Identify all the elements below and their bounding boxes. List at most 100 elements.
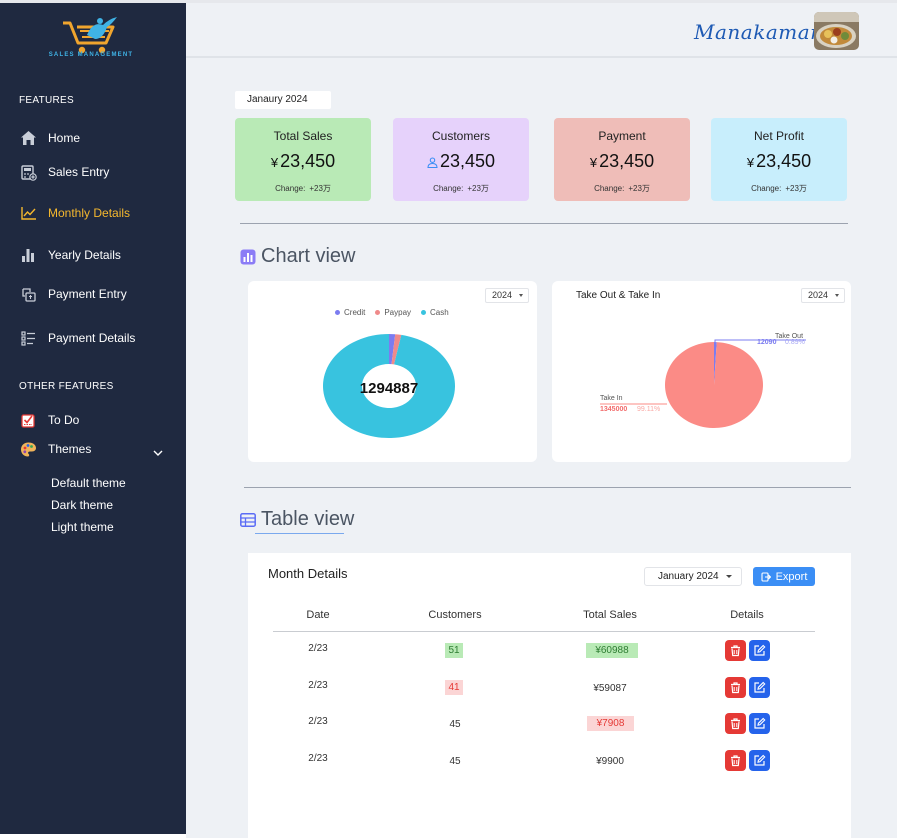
month-select-value: January 2024 [658, 571, 719, 582]
sidebar-item-home[interactable]: Home [19, 127, 80, 149]
stat-change: Change: +23万 [554, 183, 690, 194]
change-value: +23万 [785, 184, 807, 193]
currency-symbol: ¥ [270, 155, 279, 170]
divider [244, 487, 851, 488]
trash-icon [731, 755, 740, 767]
app-root: SALES MANAGEMENT FEATURES Home Sales Ent… [0, 0, 897, 838]
stat-card-customers: Customers 23,450 Change: +23万 [393, 118, 529, 201]
sidebar-item-payment-details[interactable]: Payment Details [19, 327, 135, 349]
change-label: Change: [275, 184, 306, 193]
features-section-label: FEATURES [19, 95, 74, 106]
stat-change: Change: +23万 [711, 183, 847, 194]
sidebar-item-label: Home [48, 131, 81, 145]
pie-chart: Take Out 12090 0.89% Take In 1345000 99.… [600, 333, 806, 428]
sidebar-item-label: Sales Entry [48, 165, 110, 179]
stat-change: Change: +23万 [393, 183, 529, 194]
home-icon [19, 129, 37, 147]
delete-button[interactable] [725, 640, 746, 661]
header-divider [273, 631, 815, 632]
column-header-total-sales: Total Sales [583, 609, 637, 621]
stat-number: 23,450 [756, 151, 812, 171]
delete-button[interactable] [725, 713, 746, 734]
table-view-title: Table view [261, 508, 355, 530]
stat-value: ¥23,450 [235, 151, 371, 172]
stat-title: Net Profit [753, 129, 804, 143]
pie-chart-card: Take Out & Take In 2024 Take Out 12090 0… [552, 281, 851, 462]
chevron-down-icon[interactable] [152, 447, 164, 459]
stat-number: 23,450 [599, 151, 655, 171]
stat-number: 23,450 [439, 151, 496, 171]
stat-value: 23,450 [393, 151, 529, 172]
trash-icon [731, 718, 740, 730]
sidebar-item-yearly-details[interactable]: Yearly Details [19, 244, 121, 266]
trash-icon [731, 645, 740, 657]
change-value: +23万 [467, 184, 489, 193]
takein-percent: 99.11% [637, 406, 660, 413]
currency-symbol: ¥ [589, 155, 598, 170]
sidebar-item-monthly-details[interactable]: Monthly Details [19, 202, 130, 224]
sidebar-item-label: Payment Entry [48, 287, 127, 301]
table-view-heading: Table view [240, 508, 354, 531]
export-button[interactable]: Export [753, 567, 815, 586]
month-details-title: Month Details [268, 566, 348, 581]
cell-customers: 51 [445, 643, 463, 658]
sidebar-item-label: Themes [48, 442, 92, 456]
export-label: Export [775, 570, 808, 583]
donut-chart: 1294887 [323, 334, 456, 438]
trash-icon [731, 682, 740, 694]
stat-card-payment: Payment ¥23,450 Change: +23万 [554, 118, 690, 201]
sidebar-item-label: To Do [48, 413, 80, 427]
cell-date: 2/23 [308, 680, 328, 691]
cell-total-sales: ¥7908 [587, 716, 634, 731]
chart-view-icon [240, 249, 256, 264]
sidebar: SALES MANAGEMENT FEATURES Home Sales Ent… [0, 3, 186, 834]
stat-card-total-sales: Total Sales ¥23,450 Change: +23万 [235, 118, 371, 201]
cell-customers: 41 [445, 680, 463, 695]
main-content: Manakamana Janaury 2024 Total Sales ¥23,… [186, 3, 897, 838]
edit-button[interactable] [749, 640, 770, 661]
stat-number: 23,450 [280, 151, 336, 171]
cell-date: 2/23 [308, 643, 328, 654]
edit-button[interactable] [749, 677, 770, 698]
period-label[interactable]: Janaury 2024 [235, 91, 331, 109]
delete-button[interactable] [725, 677, 746, 698]
column-header-details: Details [730, 609, 764, 621]
stat-title: Total Sales [273, 129, 333, 143]
change-label: Change: [594, 184, 625, 193]
export-icon [761, 571, 771, 582]
calculator-icon [19, 163, 37, 181]
donut-chart-card: 2024 Credit Paypay Cash 1294887 [248, 281, 537, 462]
edit-icon [754, 754, 766, 766]
takein-value: 1345000 [600, 406, 627, 413]
edit-button[interactable] [749, 750, 770, 771]
title-underline [255, 533, 344, 534]
delete-button[interactable] [725, 750, 746, 771]
theme-light[interactable]: Light theme [51, 520, 114, 534]
pie-slice-take-in[interactable] [664, 342, 763, 428]
bar-chart-icon [19, 246, 37, 264]
chart-view-heading: Chart view [240, 245, 355, 268]
logo-text: SALES MANAGEMENT [48, 52, 134, 58]
stat-title: Payment [598, 129, 646, 143]
table-view-icon [240, 512, 256, 527]
change-value: +23万 [628, 184, 650, 193]
sidebar-item-themes[interactable]: Themes [19, 438, 91, 460]
palette-icon [19, 440, 37, 458]
sidebar-item-sales-entry[interactable]: Sales Entry [19, 161, 109, 183]
sidebar-item-payment-entry[interactable]: Payment Entry [19, 283, 127, 305]
avatar[interactable] [814, 12, 859, 50]
edit-button[interactable] [749, 713, 770, 734]
month-select[interactable]: January 2024 [644, 567, 742, 586]
cell-total-sales: ¥59087 [593, 683, 627, 694]
takeout-percent: 0.89% [785, 339, 805, 346]
sidebar-item-todo[interactable]: To Do [19, 409, 79, 431]
sidebar-item-label: Payment Details [48, 331, 136, 345]
sidebar-item-label: Yearly Details [48, 248, 121, 262]
theme-default[interactable]: Default theme [51, 476, 126, 490]
change-value: +23万 [309, 184, 331, 193]
donut-center-label: 1294887 [360, 380, 418, 397]
month-details-card: Month Details January 2024 Export Date C… [248, 553, 851, 838]
change-label: Change: [433, 184, 464, 193]
theme-dark[interactable]: Dark theme [51, 498, 113, 512]
cell-customers: 45 [449, 719, 461, 730]
